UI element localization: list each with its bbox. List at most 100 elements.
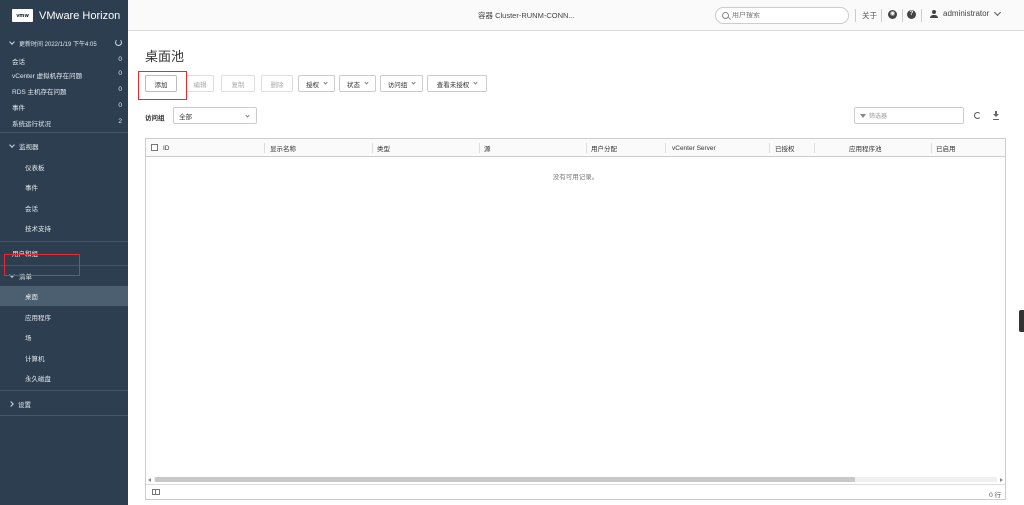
status-dropdown[interactable]: 状态 xyxy=(339,75,376,92)
column-header-source[interactable]: 源 xyxy=(480,139,491,157)
stat-label: RDS 主机存在问题 xyxy=(12,89,67,96)
empty-message: 没有可用记录。 xyxy=(552,174,599,181)
about-link[interactable]: 关于 xyxy=(862,10,877,21)
user-search-input[interactable] xyxy=(732,12,832,19)
chevron-down-icon xyxy=(245,113,250,118)
stat-events[interactable]: 事件 0 xyxy=(12,102,122,112)
stat-rds-host-issues[interactable]: RDS 主机存在问题 0 xyxy=(12,86,122,96)
user-icon xyxy=(930,9,938,18)
sidebar-divider xyxy=(0,241,128,242)
user-name: administrator xyxy=(943,9,990,18)
vmware-logo: vmw xyxy=(12,9,33,22)
add-button-highlight-box xyxy=(138,71,187,100)
dropdown-label: 访问组 xyxy=(387,81,408,89)
column-header-app-pool[interactable]: 应用程序池 xyxy=(845,139,882,157)
desktops-highlight-box xyxy=(4,254,80,276)
chevron-right-icon xyxy=(8,400,14,407)
container-label: 容器 Cluster-RUNM-CONN... xyxy=(478,11,575,20)
column-divider xyxy=(769,143,770,153)
stat-value: 2 xyxy=(118,118,122,125)
stat-vcenter-vm-issues[interactable]: vCenter 虚拟机存在问题 0 xyxy=(12,70,122,80)
column-header-user-assignment[interactable]: 用户分配 xyxy=(587,139,617,157)
sidebar-item-dashboard[interactable]: 仪表板 xyxy=(0,157,128,177)
chevron-down-icon xyxy=(473,80,478,85)
column-toggle-icon[interactable] xyxy=(152,489,160,495)
header-divider xyxy=(921,9,922,22)
header-divider xyxy=(855,9,856,22)
chevron-down-icon xyxy=(994,8,1002,16)
horizontal-scrollbar[interactable] xyxy=(146,476,1005,483)
stat-sessions[interactable]: 会话 0 xyxy=(12,56,122,66)
user-search[interactable] xyxy=(715,7,849,24)
sidebar-item-label: 技术支持 xyxy=(25,226,51,233)
search-icon xyxy=(722,12,729,19)
user-menu[interactable]: administrator xyxy=(930,8,1002,18)
column-header-type[interactable]: 类型 xyxy=(373,139,390,157)
sidebar-divider xyxy=(0,415,128,416)
stat-label: 系统运行状况 xyxy=(12,121,51,128)
section-settings[interactable]: 设置 xyxy=(0,398,128,409)
sidebar-item-label: 桌面 xyxy=(25,294,38,301)
page-title: 桌面池 xyxy=(145,49,185,64)
sidebar-item-label: 会话 xyxy=(25,206,38,213)
sidebar-item-label: 仪表板 xyxy=(25,165,45,172)
select-all-checkbox[interactable] xyxy=(151,144,158,151)
sidebar-item-farms[interactable]: 场 xyxy=(0,327,128,347)
sidebar-item-machines[interactable]: 计算机 xyxy=(0,348,128,368)
edit-button[interactable]: 编辑 xyxy=(186,75,214,92)
sidebar-item-events[interactable]: 事件 xyxy=(0,177,128,197)
chevron-down-icon xyxy=(9,39,15,45)
column-divider xyxy=(264,143,265,153)
column-header-vcenter-server[interactable]: vCenter Server xyxy=(668,139,716,157)
sidebar-divider xyxy=(0,390,128,391)
refresh-icon[interactable] xyxy=(974,112,981,119)
column-header-id[interactable]: ID xyxy=(159,139,170,157)
chevron-down-icon xyxy=(323,80,328,85)
filter-icon xyxy=(860,113,866,118)
column-header-enabled[interactable]: 已启用 xyxy=(932,139,956,157)
scroll-left-icon[interactable] xyxy=(148,478,151,482)
refresh-icon[interactable] xyxy=(115,39,122,46)
entitlements-dropdown[interactable]: 授权 xyxy=(298,75,335,92)
filter-input[interactable]: 筛选器 xyxy=(854,107,964,124)
column-header-entitled[interactable]: 已授权 xyxy=(771,139,795,157)
sidebar-item-persistent-disks[interactable]: 永久磁盘 xyxy=(0,368,128,388)
chat-icon[interactable]: ◉ xyxy=(888,10,897,19)
dropdown-label: 授权 xyxy=(306,81,319,89)
sidebar-item-sessions[interactable]: 会话 xyxy=(0,198,128,218)
update-time: 更新时间 2022/1/19 下午4:05 xyxy=(19,41,97,48)
view-unentitled-dropdown[interactable]: 查看未授权 xyxy=(427,75,487,92)
chevron-down-icon xyxy=(364,80,369,85)
access-group-label: 访问组 xyxy=(145,115,165,122)
brand[interactable]: vmw VMware Horizon xyxy=(12,8,120,23)
help-icon[interactable]: ? xyxy=(907,10,916,19)
sidebar-item-desktops[interactable]: 桌面 xyxy=(0,286,128,306)
chevron-down-icon xyxy=(9,141,15,148)
stat-value: 0 xyxy=(118,56,122,63)
chevron-down-icon xyxy=(411,80,416,85)
grid-header: ID 显示名称 类型 源 用户分配 vCenter Server 已授权 应用程… xyxy=(146,139,1005,157)
side-panel-tab[interactable] xyxy=(1019,310,1024,332)
scroll-thumb[interactable] xyxy=(155,477,855,482)
download-icon[interactable] xyxy=(993,111,999,119)
header-divider xyxy=(902,9,903,22)
section-monitor[interactable]: 监视器 xyxy=(0,140,128,151)
scroll-right-icon[interactable] xyxy=(1000,478,1003,482)
delete-button[interactable]: 删除 xyxy=(261,75,293,92)
column-divider xyxy=(665,143,666,153)
access-group-select[interactable]: 全部 xyxy=(173,107,257,124)
sidebar-item-applications[interactable]: 应用程序 xyxy=(0,307,128,327)
row-count: 0 行 xyxy=(989,492,1001,499)
column-header-display-name[interactable]: 显示名称 xyxy=(266,139,296,157)
sidebar-item-label: 场 xyxy=(25,335,32,342)
stat-system-health[interactable]: 系统运行状况 2 xyxy=(12,118,122,128)
update-time-row[interactable]: 更新时间 2022/1/19 下午4:05 xyxy=(0,38,128,48)
download-icon-base xyxy=(993,119,999,120)
access-group-dropdown[interactable]: 访问组 xyxy=(380,75,423,92)
header-divider xyxy=(881,9,882,22)
duplicate-button[interactable]: 复制 xyxy=(221,75,255,92)
stat-label: 会话 xyxy=(12,59,25,66)
sidebar-item-tech-support[interactable]: 技术支持 xyxy=(0,218,128,238)
sidebar-item-label: 永久磁盘 xyxy=(25,376,51,383)
desktop-pools-grid: ID 显示名称 类型 源 用户分配 vCenter Server 已授权 应用程… xyxy=(145,138,1006,500)
